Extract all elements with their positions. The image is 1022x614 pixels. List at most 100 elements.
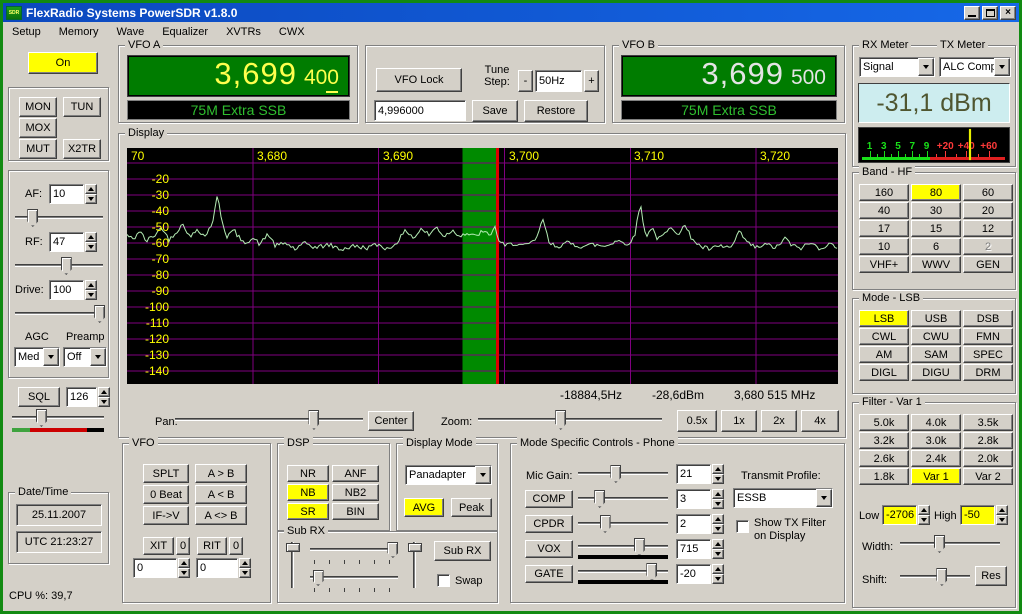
- cpdr-stepper[interactable]: 2: [676, 514, 724, 534]
- gate-thumb[interactable]: [646, 563, 657, 581]
- agc-select[interactable]: Med: [14, 347, 60, 367]
- vox-button[interactable]: VOX: [525, 540, 573, 558]
- filter-low-down[interactable]: [918, 515, 930, 525]
- zoom-4x-button[interactable]: 4x: [801, 410, 839, 432]
- comp-button[interactable]: COMP: [525, 490, 573, 508]
- dsp-button-nr[interactable]: NR: [287, 465, 329, 482]
- tx-meter-select[interactable]: ALC Comp: [939, 57, 1011, 77]
- filter-button-4.0k[interactable]: 4.0k: [911, 414, 961, 431]
- band-button-10[interactable]: 10: [859, 238, 909, 255]
- drive-stepper[interactable]: 100: [49, 280, 97, 300]
- tx-meter-dropdown-arrow[interactable]: [994, 58, 1010, 76]
- mox-button[interactable]: MOX: [19, 118, 57, 138]
- mon-button[interactable]: MON: [19, 97, 57, 117]
- swap-checkbox[interactable]: [437, 574, 450, 587]
- sub-rx-left-fader[interactable]: [286, 542, 300, 588]
- rit-down[interactable]: [239, 568, 251, 578]
- display-mode-dropdown-arrow[interactable]: [475, 466, 491, 484]
- cpdr-thumb[interactable]: [600, 515, 611, 533]
- filter-button-5.0k[interactable]: 5.0k: [859, 414, 909, 431]
- minimize-button[interactable]: [964, 6, 980, 20]
- tun-button[interactable]: TUN: [63, 97, 101, 117]
- cpdr-button[interactable]: CPDR: [525, 515, 573, 533]
- mic-up[interactable]: [712, 464, 724, 474]
- mic-gain-thumb[interactable]: [610, 465, 621, 483]
- power-on-button[interactable]: On: [28, 52, 98, 74]
- sql-button[interactable]: SQL: [18, 387, 60, 407]
- memory-frequency-input[interactable]: 4,996000: [374, 100, 466, 121]
- drive-down[interactable]: [85, 290, 97, 300]
- mode-button-spec[interactable]: SPEC: [963, 346, 1013, 363]
- vfo-b-mhz[interactable]: 3,699: [701, 56, 784, 92]
- rf-slider-thumb[interactable]: [61, 257, 72, 275]
- gate-button[interactable]: GATE: [525, 565, 573, 583]
- filter-low-stepper[interactable]: -2706: [882, 505, 930, 525]
- menu-item-wave[interactable]: Wave: [107, 24, 153, 40]
- zoom-slider[interactable]: [478, 410, 662, 430]
- comp-down[interactable]: [712, 499, 724, 509]
- maximize-button[interactable]: [982, 6, 998, 20]
- transmit-profile-select[interactable]: ESSB: [733, 488, 833, 508]
- rf-stepper[interactable]: 47: [49, 232, 97, 252]
- cpdr-up[interactable]: [712, 514, 724, 524]
- drive-slider[interactable]: [15, 305, 103, 323]
- restore-button[interactable]: Restore: [524, 100, 588, 122]
- rit-up[interactable]: [239, 558, 251, 568]
- zoom-1x-button[interactable]: 1x: [721, 410, 757, 432]
- sub-rx-left-fader-thumb[interactable]: [286, 543, 300, 552]
- af-down[interactable]: [85, 194, 97, 204]
- comp-thumb[interactable]: [594, 490, 605, 508]
- mic-gain-stepper[interactable]: 21: [676, 464, 724, 484]
- pan-slider[interactable]: [175, 410, 363, 430]
- band-button-20[interactable]: 20: [963, 202, 1013, 219]
- sub-rx-button[interactable]: Sub RX: [434, 541, 491, 561]
- vfo-button-if-v[interactable]: IF->V: [143, 506, 189, 525]
- band-button-vhf+[interactable]: VHF+: [859, 256, 909, 273]
- menu-item-equalizer[interactable]: Equalizer: [153, 24, 217, 40]
- filter-shift-thumb[interactable]: [936, 568, 947, 586]
- gate-up[interactable]: [712, 564, 724, 574]
- vfo-a-hz[interactable]: 400: [304, 66, 339, 90]
- filter-low-up[interactable]: [918, 505, 930, 515]
- vfo-button-a-b[interactable]: A > B: [195, 464, 247, 483]
- display-mode-select[interactable]: Panadapter: [405, 465, 492, 485]
- vox-down[interactable]: [712, 549, 724, 559]
- center-button[interactable]: Center: [368, 411, 414, 431]
- dsp-button-sr[interactable]: SR: [287, 503, 329, 520]
- vfo-a-frequency[interactable]: 3,699 400: [127, 55, 350, 97]
- af-stepper[interactable]: 10: [49, 184, 97, 204]
- sub-rx-right-fader-thumb[interactable]: [408, 543, 422, 552]
- menu-item-xvtrs[interactable]: XVTRs: [217, 24, 270, 40]
- band-button-wwv[interactable]: WWV: [911, 256, 961, 273]
- rf-up[interactable]: [85, 232, 97, 242]
- band-button-12[interactable]: 12: [963, 220, 1013, 237]
- sub-rx-right-fader[interactable]: [408, 542, 422, 588]
- rf-down[interactable]: [85, 242, 97, 252]
- mut-button[interactable]: MUT: [19, 139, 57, 159]
- filter-button-2.0k[interactable]: 2.0k: [963, 450, 1013, 467]
- band-button-2[interactable]: 2: [963, 238, 1013, 255]
- preamp-select[interactable]: Off: [63, 347, 107, 367]
- filter-reset-button[interactable]: Res: [975, 566, 1007, 586]
- filter-shift-slider[interactable]: [900, 568, 970, 586]
- mode-button-fmn[interactable]: FMN: [963, 328, 1013, 345]
- zoom-2x-button[interactable]: 2x: [761, 410, 797, 432]
- show-tx-filter-checkbox[interactable]: [736, 520, 749, 533]
- mode-button-usb[interactable]: USB: [911, 310, 961, 327]
- vox-thumb[interactable]: [634, 538, 645, 556]
- sub-rx-gain-thumb[interactable]: [387, 542, 398, 558]
- sql-up[interactable]: [98, 387, 110, 397]
- tune-step-minus-button[interactable]: -: [518, 70, 533, 92]
- vfo-b-hz[interactable]: 500: [791, 66, 826, 90]
- vfo-button-splt[interactable]: SPLT: [143, 464, 189, 483]
- filter-button-3.2k[interactable]: 3.2k: [859, 432, 909, 449]
- filter-high-up[interactable]: [996, 505, 1008, 515]
- comp-slider[interactable]: [578, 490, 668, 508]
- mode-button-drm[interactable]: DRM: [963, 364, 1013, 381]
- mode-button-cwl[interactable]: CWL: [859, 328, 909, 345]
- filter-width-thumb[interactable]: [934, 535, 945, 553]
- avg-button[interactable]: AVG: [404, 498, 444, 517]
- af-slider[interactable]: [15, 209, 103, 227]
- mode-button-digu[interactable]: DIGU: [911, 364, 961, 381]
- band-button-15[interactable]: 15: [911, 220, 961, 237]
